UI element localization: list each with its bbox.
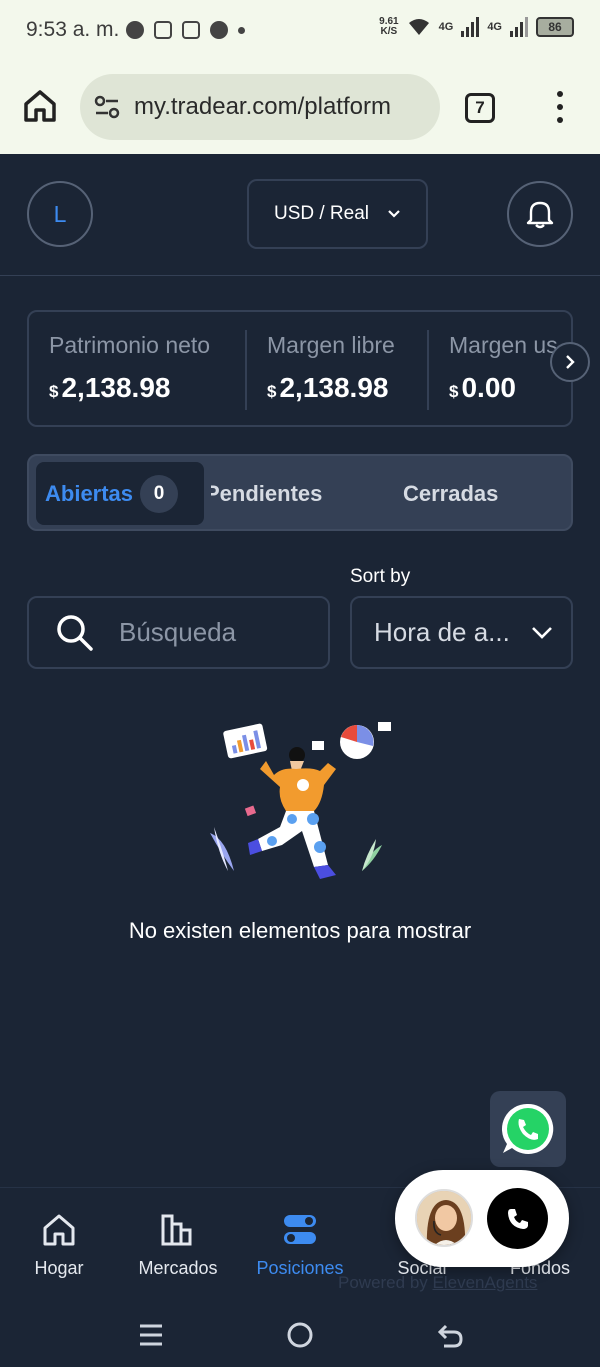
status-indicators: 9.61 K/S 4G 4G 86: [379, 17, 574, 37]
nav-item-markets[interactable]: Mercados: [118, 1210, 238, 1290]
bar-chart-icon: [161, 1214, 192, 1246]
bell-icon: [526, 201, 554, 229]
message-icon: [182, 21, 200, 39]
signal-2-label: 4G: [487, 21, 502, 33]
home-icon: [43, 1214, 75, 1246]
signal-1-icon: [461, 17, 480, 37]
phone-icon: [507, 1208, 528, 1229]
browser-toolbar: my.tradear.com/platform 7: [0, 62, 600, 154]
agent-avatar-image: [417, 1191, 471, 1245]
tab-switcher-button[interactable]: 7: [465, 93, 495, 123]
network-speed: 9.61 K/S: [379, 16, 399, 37]
signal-1-label: 4G: [438, 21, 454, 33]
stat-value: $2,138.98: [49, 372, 171, 403]
call-button[interactable]: [487, 1188, 548, 1249]
more-notifications-icon: [238, 26, 245, 34]
notification-icons: [126, 21, 245, 39]
open-count-badge: 0: [140, 474, 179, 513]
tab-closed[interactable]: Cerradas: [403, 462, 498, 525]
chevron-down-icon: [532, 626, 552, 639]
search-input[interactable]: Búsqueda: [27, 596, 330, 669]
whatsapp-button[interactable]: [490, 1091, 566, 1167]
nav-label: Hogar: [34, 1258, 84, 1278]
stat-value: $0.00: [449, 372, 516, 403]
site-settings-icon[interactable]: [94, 94, 120, 120]
tab-pending[interactable]: Pendientes: [211, 462, 331, 525]
sort-value: Hora de a...: [374, 617, 510, 647]
tab-open-label: Abiertas: [45, 480, 134, 506]
stat-label: Margen libre: [267, 332, 395, 358]
tab-pending-label: Pendientes: [211, 480, 323, 506]
chevron-down-icon: [388, 210, 400, 218]
notifications-button[interactable]: [507, 181, 573, 247]
nav-label: Posiciones: [256, 1258, 344, 1278]
account-selector[interactable]: USD / Real: [247, 179, 428, 249]
chrome-icon: [210, 21, 228, 39]
stat-label: Margen us: [449, 332, 558, 358]
tab-open[interactable]: Abiertas 0: [36, 462, 204, 525]
stat-value: $2,138.98: [267, 372, 389, 403]
skype-icon: [126, 21, 144, 39]
instagram-icon: [154, 21, 172, 39]
nav-label: Mercados: [138, 1258, 218, 1278]
recent-apps-icon[interactable]: [136, 1320, 166, 1350]
scroll-right-button[interactable]: [550, 342, 590, 382]
home-circle-icon[interactable]: [285, 1320, 315, 1350]
stat-label: Patrimonio neto: [49, 332, 211, 358]
browser-home-icon[interactable]: [22, 88, 58, 124]
whatsapp-icon: [501, 1103, 554, 1154]
positions-tabs: Abiertas 0 Pendientes Cerradas: [27, 454, 573, 531]
battery-icon: 86: [536, 17, 574, 37]
address-bar[interactable]: my.tradear.com/platform: [80, 74, 440, 140]
wifi-icon: [408, 19, 429, 35]
powered-by-link[interactable]: ElevenAgents: [433, 1273, 538, 1292]
stat-free-margin: Margen libre $2,138.98: [247, 312, 427, 425]
status-time: 9:53 a. m.: [26, 18, 120, 41]
empty-state-illustration: [210, 722, 391, 879]
app-header: L USD / Real: [0, 154, 600, 276]
status-bar: 9:53 a. m. 9.61 K/S 4G 4G 86: [0, 0, 600, 62]
browser-menu-icon[interactable]: [552, 91, 568, 123]
nav-item-home[interactable]: Hogar: [0, 1210, 119, 1290]
powered-by-text: Powered by ElevenAgents: [338, 1273, 538, 1292]
system-navigation-bar: [0, 1300, 600, 1367]
sort-dropdown[interactable]: Hora de a...: [350, 596, 573, 669]
search-icon: [57, 614, 93, 651]
signal-2-icon: [510, 17, 528, 37]
search-placeholder: Búsqueda: [119, 617, 237, 647]
back-icon[interactable]: [436, 1320, 466, 1350]
url-text: my.tradear.com/platform: [134, 93, 391, 120]
account-stats-card: Patrimonio neto $2,138.98 Margen libre $…: [27, 310, 573, 427]
chevron-right-icon: [566, 355, 575, 369]
agent-avatar[interactable]: [415, 1189, 473, 1247]
voice-agent-widget[interactable]: [395, 1170, 569, 1267]
toggle-icon: [284, 1215, 316, 1244]
empty-state-message: No existen elementos para mostrar: [128, 918, 472, 943]
account-selector-label: USD / Real: [273, 203, 370, 224]
stat-equity: Patrimonio neto $2,138.98: [29, 312, 245, 425]
avatar[interactable]: L: [27, 181, 93, 247]
sort-label: Sort by: [350, 566, 411, 587]
